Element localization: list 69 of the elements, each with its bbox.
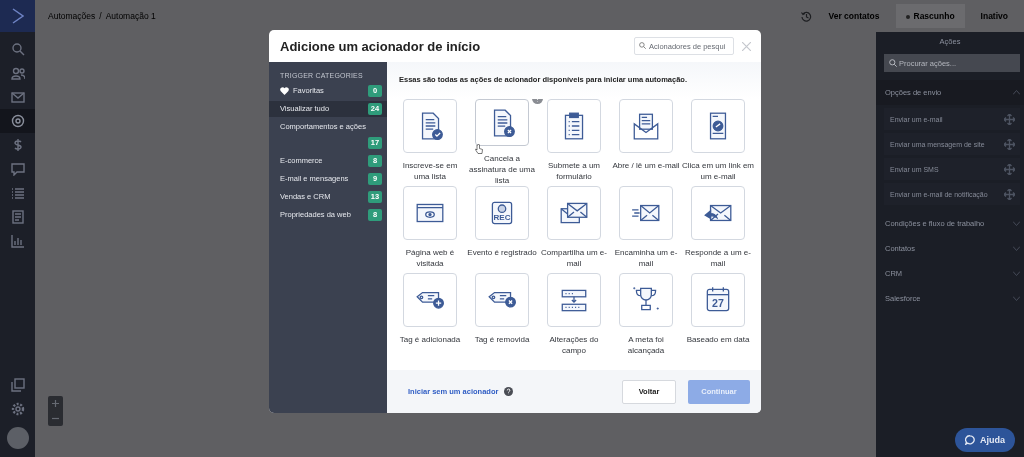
search-icon: [889, 59, 897, 67]
status-button[interactable]: Inativo: [970, 4, 1018, 28]
trigger-label: Cancela a assinatura de uma lista: [468, 153, 536, 186]
trigger-label: A meta foi alcançada: [626, 334, 666, 356]
chevron-icon: [1013, 296, 1020, 301]
trigger-label: Submete a um formulário: [547, 160, 601, 182]
trigger-label: Abre / lê um e-mail: [611, 160, 681, 171]
nav-item[interactable]: [0, 109, 35, 133]
gear-icon: [10, 402, 25, 416]
speech-bubble-icon: [965, 435, 975, 445]
trigger-tile[interactable]: [619, 273, 673, 327]
trigger-label: Evento é registrado: [466, 247, 538, 258]
chevron-icon: [1013, 221, 1020, 226]
heart-icon: [280, 87, 289, 95]
trigger-tile[interactable]: [619, 99, 673, 153]
trigger-label: Inscreve-se em uma lista: [401, 160, 459, 182]
chevron-icon: [1013, 90, 1020, 95]
bar-chart-icon: [10, 234, 25, 248]
chat-icon: [10, 162, 25, 176]
envelope-icon: [10, 90, 25, 104]
people-icon: [10, 66, 25, 80]
help-icon[interactable]: [504, 387, 514, 396]
trigger-label: Clica em um link em um e-mail: [682, 160, 754, 182]
search-icon: [639, 42, 646, 49]
trigger-label: Página web é visitada: [404, 247, 456, 269]
chevron-logo-icon: [11, 8, 24, 24]
trigger-tile[interactable]: [403, 186, 457, 240]
view-contacts-button[interactable]: Ver contatos: [818, 4, 890, 28]
chevron-icon: [1013, 271, 1020, 276]
move-icon: [1004, 163, 1015, 175]
trigger-tile[interactable]: [619, 186, 673, 240]
move-icon: [1004, 188, 1015, 200]
trigger-label: Encaminha um e-mail: [613, 247, 679, 269]
zoom-in-icon[interactable]: [52, 400, 59, 407]
trigger-tile[interactable]: [547, 99, 601, 153]
trigger-tile[interactable]: [547, 273, 601, 327]
move-icon: [1004, 113, 1015, 125]
breadcrumb-current: Automação 1: [105, 11, 156, 21]
dial-icon: [10, 114, 25, 128]
trigger-label: Compartilha um e-mail: [540, 247, 608, 269]
trigger-tile[interactable]: [547, 186, 601, 240]
trigger-tile[interactable]: [475, 99, 529, 146]
trigger-tile[interactable]: [691, 99, 745, 153]
breadcrumb-link[interactable]: Automações: [48, 11, 96, 21]
history-icon[interactable]: [801, 10, 813, 22]
status-button[interactable]: Rascunho: [895, 4, 965, 28]
page-icon: [10, 210, 25, 224]
trigger-tile[interactable]: [691, 186, 745, 240]
trigger-label: Tag é removida: [473, 334, 531, 345]
avatar[interactable]: [6, 427, 29, 449]
trigger-tile[interactable]: 27: [691, 273, 745, 327]
trigger-label: Baseado em data: [685, 334, 751, 345]
trigger-label: Tag é adicionada: [398, 334, 462, 345]
list-icon: [10, 186, 25, 200]
trigger-label: Alterações do campo: [548, 334, 600, 356]
modal-title: Adicione um acionador de início: [280, 38, 482, 54]
search-icon: [10, 42, 25, 56]
move-icon: [1004, 138, 1015, 150]
zoom-out-icon[interactable]: [52, 415, 59, 422]
copy-icon: [10, 378, 25, 392]
trigger-tile[interactable]: [475, 273, 529, 327]
help-button[interactable]: Ajuda: [955, 428, 1015, 452]
chevron-icon: [1013, 246, 1020, 251]
logo[interactable]: [0, 0, 35, 32]
breadcrumb-separator: /: [99, 11, 102, 21]
pointer-hand-icon: [475, 144, 483, 154]
trigger-label: Responde a um e-mail: [684, 247, 752, 269]
trigger-tile[interactable]: [403, 273, 457, 327]
trigger-tile[interactable]: [403, 99, 457, 153]
